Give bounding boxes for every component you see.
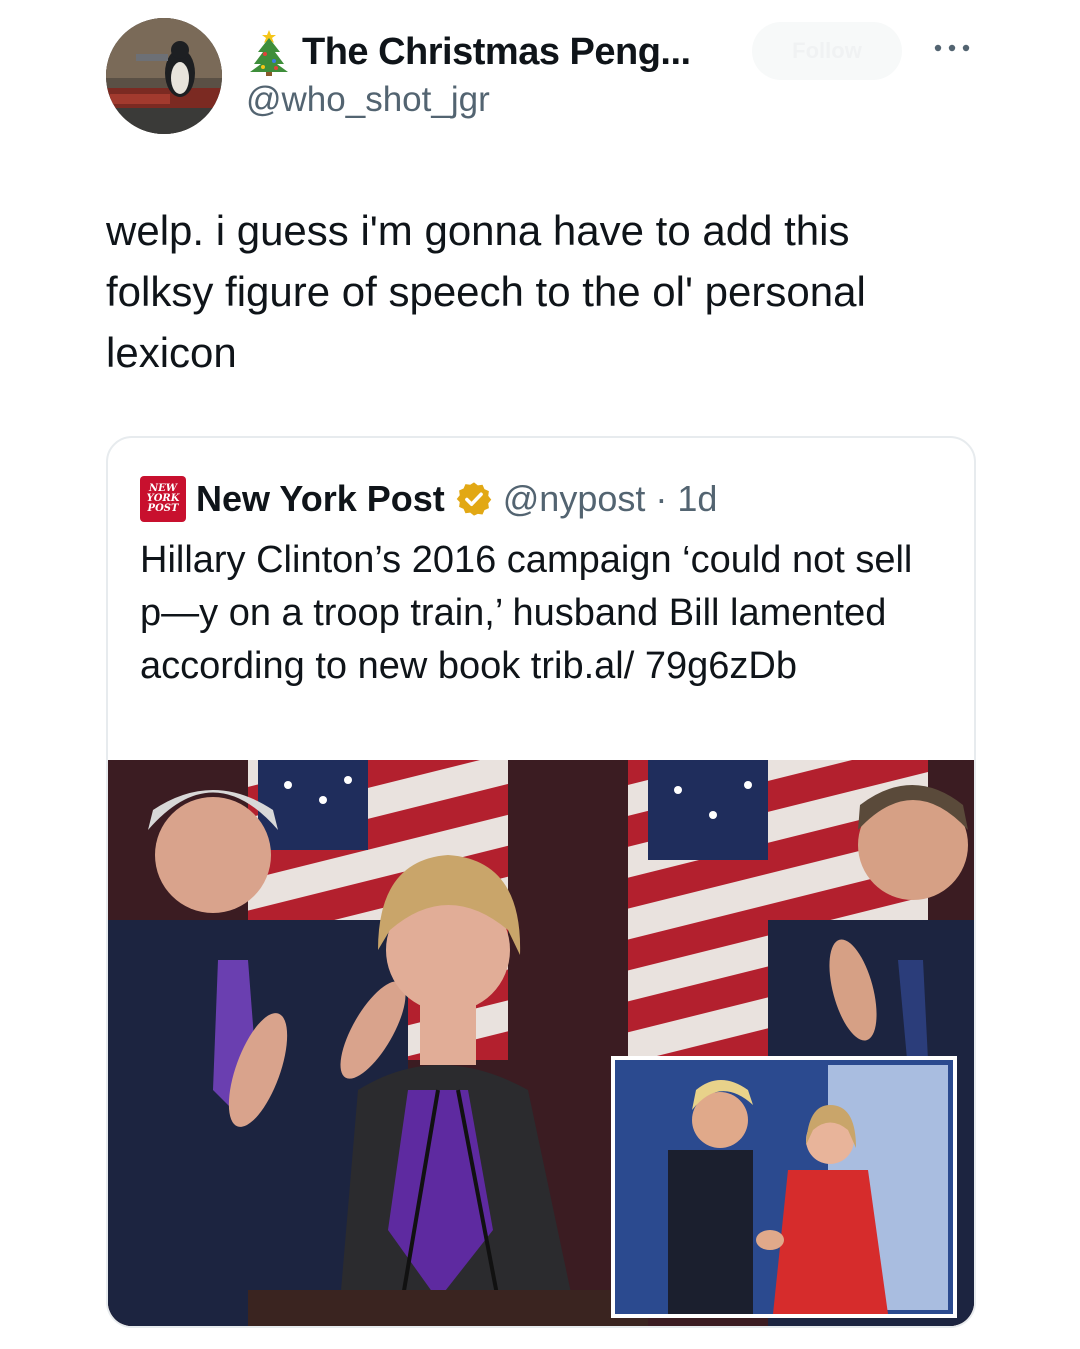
tweet-text: welp. i guess i'm gonna have to add this… (106, 207, 866, 376)
author-name-row[interactable]: The Christmas Peng... (246, 28, 691, 76)
quoted-tweet-time[interactable]: 1d (677, 478, 717, 520)
avatar-image (106, 18, 222, 134)
quoted-tweet-card[interactable]: NEW YORK POST New York Post @nypost · 1d… (106, 436, 976, 1328)
author-avatar[interactable] (106, 18, 222, 134)
nypost-logo[interactable]: NEW YORK POST (140, 476, 186, 522)
quoted-tweet-header: NEW YORK POST New York Post @nypost · 1d (140, 476, 717, 522)
quoted-tweet-photo[interactable] (108, 760, 974, 1326)
author-handle[interactable]: @who_shot_jgr (246, 80, 490, 120)
author-display-name[interactable]: The Christmas Peng... (302, 31, 691, 74)
follow-button[interactable]: Follow (752, 22, 902, 80)
verified-badge-icon[interactable] (455, 480, 493, 518)
more-options-icon[interactable] (930, 36, 974, 60)
christmas-tree-icon (250, 30, 288, 76)
quoted-author-handle[interactable]: @nypost (503, 478, 646, 520)
nypost-logo-line: POST (147, 503, 179, 514)
quoted-tweet-text: Hillary Clinton’s 2016 campaign ‘could n… (140, 539, 913, 687)
photo-illustration (108, 760, 974, 1326)
quoted-author-name[interactable]: New York Post (196, 478, 445, 520)
meta-separator: · (655, 478, 668, 519)
